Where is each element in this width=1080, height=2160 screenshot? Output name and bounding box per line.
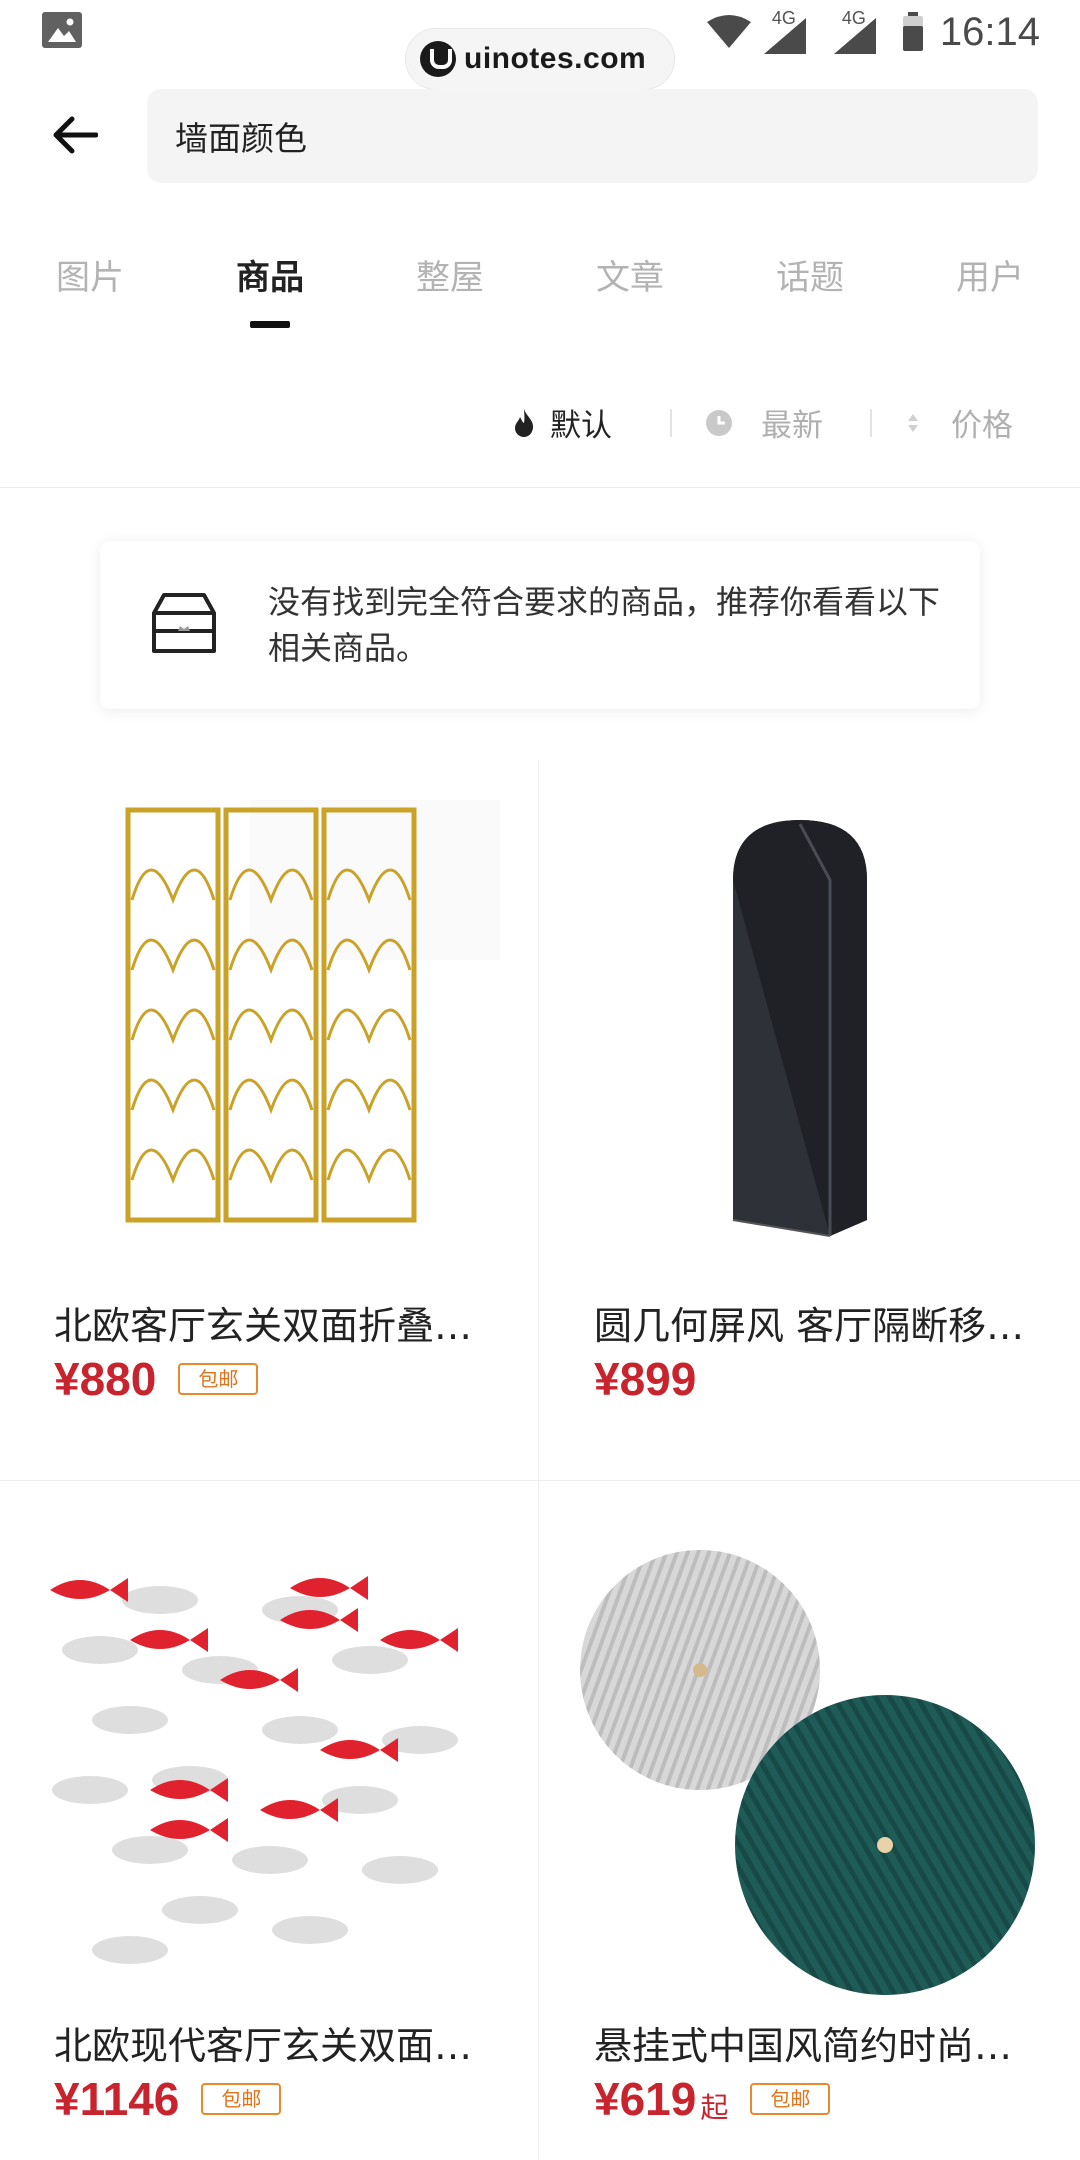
category-tabs: 图片 商品 整屋 文章 话题 用户: [0, 250, 1080, 340]
product-title: 北欧客厅玄关双面折叠屏风: [54, 1304, 504, 1348]
sort-default-label: 默认: [550, 408, 612, 444]
watermark-text: uinotes.com: [464, 42, 647, 75]
flame-icon: [515, 408, 534, 437]
sort-separator: [870, 409, 872, 437]
product-image-fish-wall-art: [50, 1576, 458, 1964]
product-price-row: ¥1146 包邮: [54, 2072, 282, 2126]
clock-icon: [706, 409, 732, 436]
battery-icon: [902, 12, 924, 52]
product-card[interactable]: 北欧现代客厅玄关双面墙饰 ¥1146 包邮: [0, 1480, 540, 2160]
product-card[interactable]: 北欧客厅玄关双面折叠屏风 ¥880 包邮: [0, 760, 540, 1480]
free-shipping-badge: 包邮: [201, 2083, 282, 2115]
tab-articles[interactable]: 文章: [570, 250, 690, 299]
gallery-notification-icon: [42, 12, 82, 48]
product-price-row: ¥880 包邮: [54, 1352, 259, 1406]
divider: [0, 487, 1080, 488]
free-shipping-badge: 包邮: [750, 2083, 831, 2115]
status-bar: uinotes.com 4G 4G 16:14: [0, 0, 1080, 90]
watermark-logo-icon: [420, 41, 456, 77]
product-price: ¥899: [594, 1353, 697, 1405]
sort-newest-label: 最新: [761, 408, 823, 444]
product-image-black-screen: [732, 820, 867, 1237]
product-price-row: ¥619 起 包邮: [594, 2072, 831, 2126]
free-shipping-badge: 包邮: [178, 1363, 259, 1395]
active-tab-indicator: [250, 321, 290, 328]
tab-whole-house[interactable]: 整屋: [390, 250, 510, 299]
product-card[interactable]: 悬挂式中国风简约时尚墙饰 ¥619 起 包邮: [540, 1480, 1080, 2160]
sort-price-label: 价格: [951, 408, 1013, 444]
tab-topics[interactable]: 话题: [750, 250, 870, 299]
sort-arrows-icon: [908, 413, 918, 432]
back-button[interactable]: [40, 100, 110, 170]
status-time: 16:14: [939, 9, 1040, 54]
search-query-text: 墙面颜色: [175, 119, 307, 158]
sort-newest-button[interactable]: 最新: [705, 395, 823, 450]
price-from-suffix: 起: [700, 2091, 729, 2124]
sort-separator: [670, 409, 672, 437]
watermark: uinotes.com: [405, 28, 675, 90]
no-exact-match-notice: 没有找到完全符合要求的商品，推荐你看看以下相关商品。: [100, 541, 980, 709]
back-arrow-icon: [53, 116, 98, 154]
sort-bar: 默认 最新 价格: [480, 395, 1080, 450]
signal-icon-2: 4G: [832, 8, 892, 54]
signal-icon-1: 4G: [762, 8, 822, 54]
product-image-gold-screen: [125, 800, 500, 1223]
product-image-pleated-discs: [580, 1550, 1035, 1995]
product-title: 悬挂式中国风简约时尚墙饰: [594, 2024, 1044, 2068]
product-grid: 北欧客厅玄关双面折叠屏风 ¥880 包邮 圆几何屏风 客厅隔断移动屏风 ¥899: [0, 760, 1080, 2160]
product-price-row: ¥899: [594, 1352, 696, 1406]
product-title: 北欧现代客厅玄关双面墙饰: [54, 2024, 504, 2068]
product-price: ¥880: [54, 1353, 157, 1405]
tab-users[interactable]: 用户: [930, 250, 1050, 299]
search-input[interactable]: 墙面颜色: [147, 89, 1038, 183]
product-price: ¥1146: [54, 2073, 180, 2125]
sort-default-button[interactable]: 默认: [512, 395, 612, 450]
notice-text: 没有找到完全符合要求的商品，推荐你看看以下相关商品。: [268, 583, 941, 667]
tab-products[interactable]: 商品: [210, 250, 330, 299]
product-card[interactable]: 圆几何屏风 客厅隔断移动屏风 ¥899: [540, 760, 1080, 1480]
wifi-icon: [706, 14, 752, 50]
product-price: ¥619: [594, 2073, 697, 2125]
sort-price-button[interactable]: 价格: [905, 395, 1013, 450]
empty-box-icon: [152, 593, 216, 653]
product-title: 圆几何屏风 客厅隔断移动屏风: [594, 1304, 1044, 1348]
tab-images[interactable]: 图片: [30, 250, 150, 299]
